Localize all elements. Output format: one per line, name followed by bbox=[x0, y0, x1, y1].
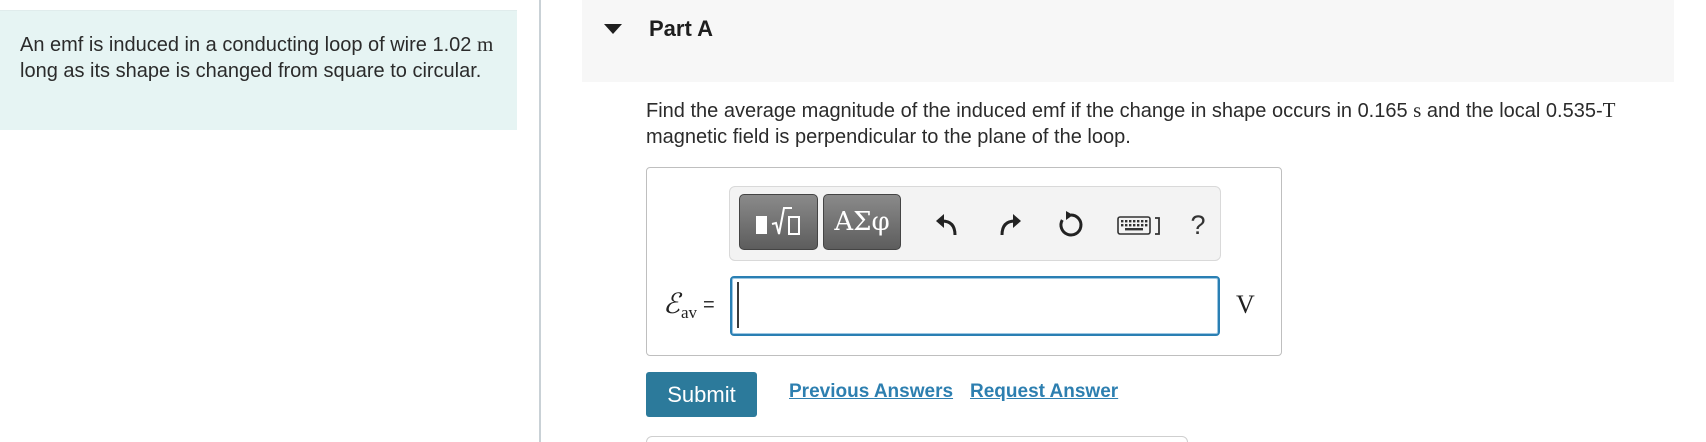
question-text-1: Find the average magnitude of the induce… bbox=[646, 100, 1414, 122]
fraction-sqrt-templates-icon bbox=[755, 207, 800, 235]
help-button[interactable]: ? bbox=[1186, 208, 1210, 242]
reset-button[interactable] bbox=[1054, 208, 1088, 242]
question-text-3: magnetic field is perpendicular to the p… bbox=[646, 126, 1131, 148]
panel-divider bbox=[539, 0, 541, 442]
next-section-card bbox=[646, 436, 1188, 442]
part-title: Part A bbox=[649, 16, 713, 41]
question-unit-T: T bbox=[1602, 98, 1616, 122]
text-cursor bbox=[737, 282, 739, 328]
equals-sign: = bbox=[703, 294, 715, 316]
question-text: Find the average magnitude of the induce… bbox=[646, 97, 1686, 150]
problem-statement: An emf is induced in a conducting loop o… bbox=[0, 10, 517, 130]
redo-icon bbox=[1000, 214, 1021, 236]
emf-symbol: ℰ bbox=[663, 289, 680, 320]
problem-text-1: An emf is induced in a conducting loop o… bbox=[20, 34, 477, 56]
redo-button[interactable] bbox=[993, 208, 1027, 242]
problem-unit-m: m bbox=[476, 32, 494, 56]
answer-input[interactable] bbox=[730, 276, 1220, 336]
submit-button[interactable]: Submit bbox=[646, 372, 757, 417]
keyboard-button[interactable] bbox=[1116, 208, 1166, 242]
emf-subscript: av bbox=[681, 303, 698, 322]
problem-text-2: long as its shape is changed from square… bbox=[20, 60, 482, 82]
previous-answers-link[interactable]: Previous Answers bbox=[789, 381, 953, 403]
question-text-2: and the local 0.535- bbox=[1421, 100, 1603, 122]
keyboard-icon bbox=[1117, 216, 1160, 235]
part-header[interactable] bbox=[582, 0, 1674, 82]
unit-label: V bbox=[1236, 290, 1255, 319]
collapse-caret-icon[interactable] bbox=[604, 24, 622, 34]
templates-button[interactable] bbox=[739, 194, 818, 250]
request-answer-link[interactable]: Request Answer bbox=[970, 381, 1118, 403]
reset-icon bbox=[1059, 211, 1083, 237]
undo-icon bbox=[936, 214, 957, 236]
undo-button[interactable] bbox=[930, 208, 964, 242]
greek-symbols-button[interactable]: ΑΣφ bbox=[823, 194, 901, 250]
